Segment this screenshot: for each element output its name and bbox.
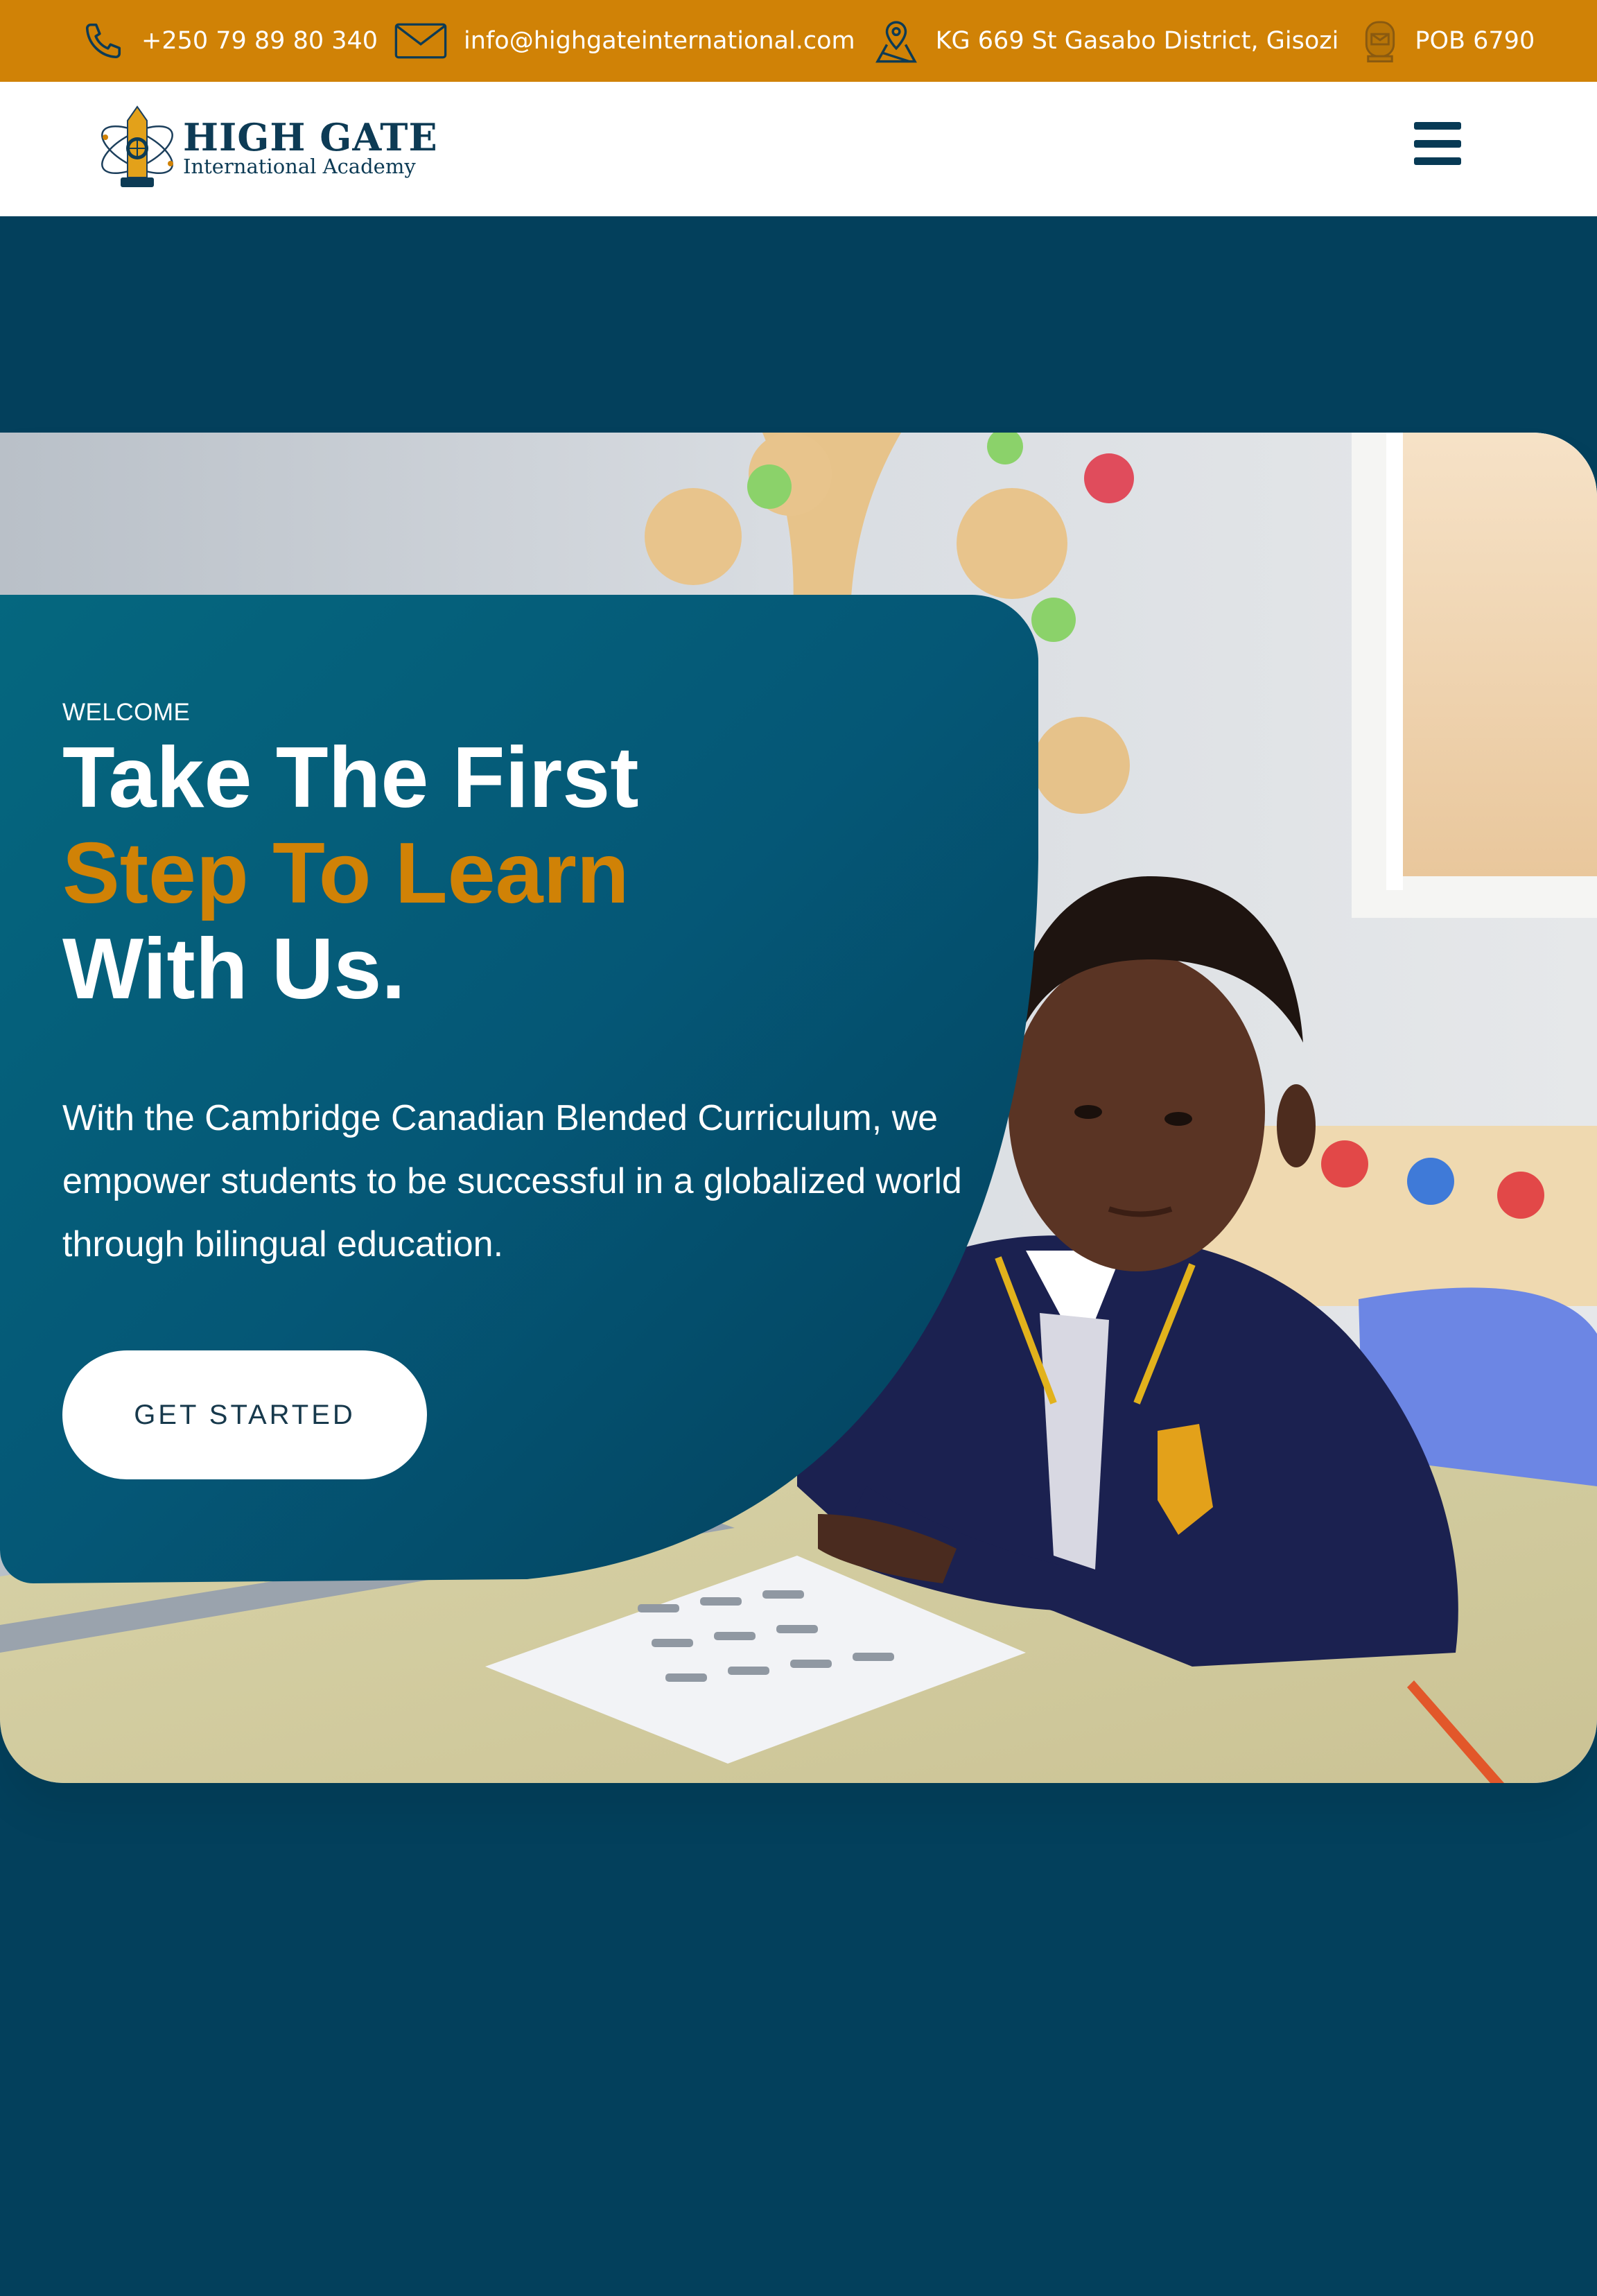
- logo-emblem-icon: [101, 105, 173, 187]
- address-text: KG 669 St Gasabo District, Gisozi: [935, 27, 1339, 55]
- site-header: HIGH GATE International Academy: [0, 82, 1597, 216]
- logo-subtitle: International Academy: [183, 155, 416, 178]
- logo-title: HIGH GATE: [183, 115, 438, 159]
- map-pin-icon: [873, 17, 919, 65]
- hero-description: With the Cambridge Canadian Blended Curr…: [62, 1098, 962, 1264]
- contact-address[interactable]: KG 669 St Gasabo District, Gisozi: [873, 17, 1363, 65]
- hamburger-menu-icon[interactable]: [1414, 122, 1461, 165]
- contact-pobox: POB 6790: [1362, 19, 1535, 63]
- hero-headline-line2: Step To Learn: [62, 826, 629, 921]
- contact-bar: +250 79 89 80 340 info@highgateinternati…: [0, 0, 1597, 82]
- mail-icon: [394, 21, 447, 61]
- get-started-button[interactable]: GET STARTED: [62, 1350, 427, 1479]
- contact-phone[interactable]: +250 79 89 80 340: [82, 19, 394, 62]
- mailbox-icon: [1362, 19, 1398, 63]
- pobox-text: POB 6790: [1415, 27, 1535, 55]
- menu-bar-line: [1414, 157, 1461, 165]
- hero-headline-line3: With Us.: [62, 921, 405, 1017]
- hero-headline-line1: Take The First: [62, 730, 639, 826]
- menu-bar-line: [1414, 139, 1461, 148]
- logo[interactable]: HIGH GATE International Academy: [96, 103, 438, 193]
- menu-bar-line: [1414, 122, 1461, 130]
- contact-email[interactable]: info@highgateinternational.com: [394, 21, 873, 61]
- phone-icon: [82, 19, 125, 62]
- phone-text: +250 79 89 80 340: [141, 27, 378, 55]
- hero-eyebrow: WELCOME: [62, 699, 191, 726]
- email-text: info@highgateinternational.com: [464, 27, 855, 55]
